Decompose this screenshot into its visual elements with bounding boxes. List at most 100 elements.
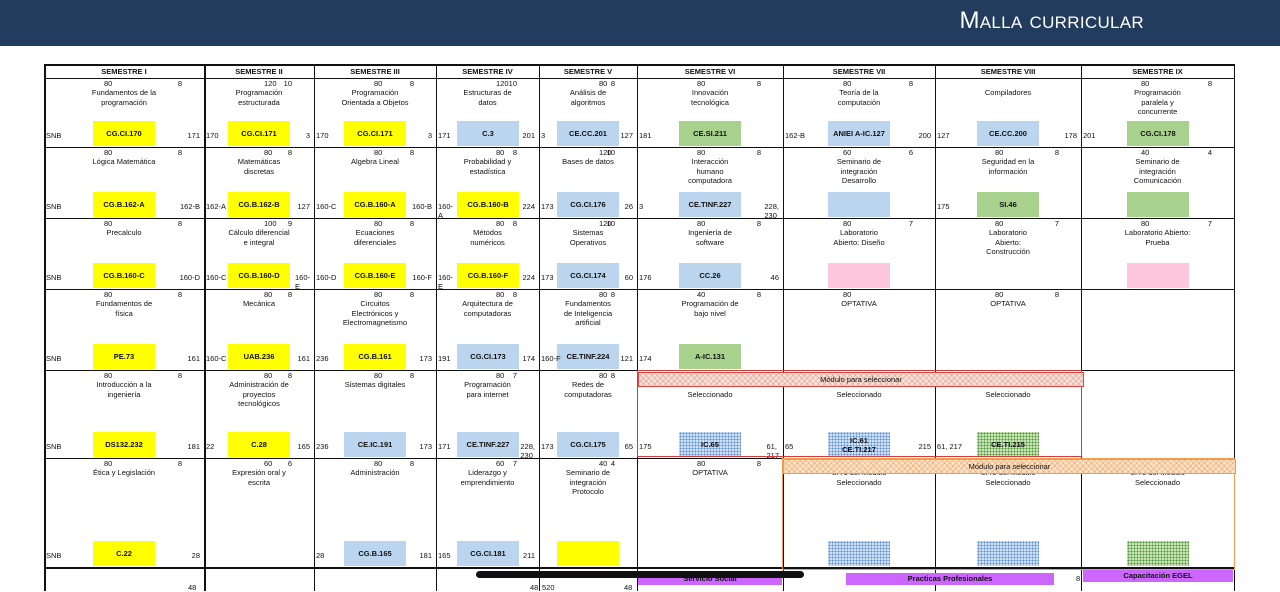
course-cell[interactable]: 80 8 Mecánica UAB.236 160-C 161 <box>204 289 314 370</box>
course-code-box: CE.TINF.224 <box>557 344 619 369</box>
course-cell[interactable]: 120 10 Bases de datos CG.CI.176 173 26 <box>539 147 637 218</box>
course-code-box: CE.TINF.227 <box>457 432 519 457</box>
course-cell[interactable]: 80 8 Fundamentos de física PE.73 SNB 161 <box>44 289 204 370</box>
course-cell[interactable]: 80 8 Administración CG.B.165 28 181 <box>314 458 436 567</box>
prereq-right: 173 <box>419 354 432 363</box>
course-cell[interactable]: 80 8 Análisis de algoritmos CE.CC.201 3 127 <box>539 78 637 147</box>
course-cell[interactable]: 60 6 Seminario de integración Desarrollo <box>783 147 935 218</box>
prereq-right: 3 <box>305 131 310 140</box>
course-cell[interactable]: 80 8 Ingeniería de software CC.26 176 46 <box>637 218 783 289</box>
prereq-left: 173 <box>541 273 554 282</box>
prereq-right: 211 <box>523 551 535 560</box>
course-cell[interactable]: 80 7 Laboratorio Abierto: Construcción <box>935 218 1081 289</box>
course-cell[interactable]: 80 8 Ética y Legislación C.22 SNB 28 <box>44 458 204 567</box>
course-cell[interactable]: 80 8 Matemáticas discretas CG.B.162-B 162-A 1… <box>204 147 314 218</box>
course-cell[interactable]: 80 8 Redes de computadoras CG.CI.175 173 65 <box>539 370 637 458</box>
course-cell[interactable]: 120 10 Programación estructurada CG.CI.171 1… <box>204 78 314 147</box>
prereq-left: 175 <box>937 202 950 211</box>
course-cell[interactable]: 40 4 Seminario de integración Protocolo <box>539 458 637 567</box>
prereq-left: 191 <box>438 354 451 363</box>
course-cell[interactable]: 80 8 Interacción humano computadora CE.TINF… <box>637 147 783 220</box>
hours-left: 80 <box>496 219 505 228</box>
course-name: Precalculo <box>106 228 142 237</box>
course-cell[interactable]: 80 7 Laboratorio Abierto: Diseño <box>783 218 935 289</box>
prereq-right: 121 <box>620 354 633 363</box>
hours-left: 80 <box>697 148 706 157</box>
prereq-right: 28 <box>191 551 200 560</box>
course-cell[interactable]: 120 10 Estructuras de datos C.3 171 201 <box>436 78 539 147</box>
prereq-left: SNB <box>46 442 62 451</box>
scroll-indicator[interactable] <box>476 571 804 578</box>
course-code-box: DS132.232 <box>93 432 155 457</box>
course-name: Seminario de integración Protocolo <box>565 468 611 497</box>
course-cell[interactable]: 80 8 Ecuaciones diferenciales CG.B.160-E 160… <box>314 218 436 289</box>
course-cell[interactable]: 80 7 Laboratorio Abierto: Prueba <box>1081 218 1234 289</box>
course-name: Ingeniería de software <box>688 228 732 247</box>
prereq-left: 174 <box>639 354 652 363</box>
hours-left: 80 <box>843 290 852 299</box>
course-cell[interactable]: 100 9 Cálculo diferencial e integral CG.B.1… <box>204 218 314 291</box>
course-cell[interactable]: 40 8 Programación de bajo nivel A-IC.131 174 <box>637 289 783 370</box>
header-semester-8: SEMESTRE VIII <box>980 67 1036 76</box>
course-cell[interactable]: 80 8 OPTATIVA <box>637 458 783 567</box>
course-cell[interactable]: 80 8 Sistemas digitales CE.IC.191 236 173 <box>314 370 436 458</box>
hours-left: 80 <box>264 148 273 157</box>
hours-left: 80 <box>374 219 383 228</box>
prereq-left: 170 <box>316 131 329 140</box>
course-cell[interactable]: 40 4 Seminario de integración Comunicación <box>1081 147 1234 218</box>
credits-right: 7 <box>1054 219 1059 228</box>
prereq-right: 181 <box>187 442 200 451</box>
bottom-number: 48 <box>624 583 633 592</box>
bottom-number: 8 <box>1076 574 1081 583</box>
course-cell[interactable]: 80 8 Fundamentos de Inteligencia artificia… <box>539 289 637 370</box>
course-name: Administración de proyectos tecnológicos <box>229 380 289 409</box>
hours-left: 80 <box>104 148 113 157</box>
header-semester-9: SEMESTRE IX <box>1132 67 1183 76</box>
course-cell[interactable]: 80 8 Lógica Matemática CG.B.162-A SNB 162-B <box>44 147 204 218</box>
course-cell[interactable]: 80 7 Programación para internet CE.TINF.227… <box>436 370 539 460</box>
course-cell[interactable]: 80 8 Algebra Lineal CG.B.160-A 160-C 160-B <box>314 147 436 218</box>
bottom-number: 48 <box>188 583 197 592</box>
course-cell[interactable]: 80 8 Programación Orientada a Objetos CG.CI… <box>314 78 436 147</box>
prereq-left: 173 <box>541 442 554 451</box>
course-cell[interactable]: Compiladores CE.CC.200 127 178 <box>935 78 1081 147</box>
bottom-number: 520 <box>542 583 555 592</box>
credits-right: 4 <box>610 459 615 468</box>
course-cell[interactable]: 120 10 Sistemas Operativos CG.CI.174 173 60 <box>539 218 637 289</box>
hours-left: 80 <box>995 148 1004 157</box>
course-cell[interactable]: 60 7 Liderazgo y emprendimiento CG.CI.181 16… <box>436 458 539 567</box>
course-cell[interactable]: 80 8 Circuitos Electrónicos y Electromagne… <box>314 289 436 370</box>
course-name: Programación paralela y concurrente <box>1134 88 1181 117</box>
hours-left: 80 <box>697 79 706 88</box>
course-cell[interactable]: 80 8 Fundamentos de la programación CG.CI.1… <box>44 78 204 147</box>
course-code-box: A-IC.131 <box>679 344 741 369</box>
course-cell[interactable]: 60 6 Expresión oral y escrita <box>204 458 314 567</box>
prereq-right: 224 <box>522 202 535 211</box>
course-cell[interactable]: 80 8 Arquitectura de computadoras CG.CI.173… <box>436 289 539 370</box>
credits-right: 8 <box>409 371 414 380</box>
header-semester-2: SEMESTRE II <box>235 67 283 76</box>
course-cell[interactable]: 80 8 Administración de proyectos tecnológi… <box>204 370 314 458</box>
credits-right: 8 <box>409 148 414 157</box>
course-cell[interactable]: 80 8 Teoría de la computación ANIEI A-IC.12… <box>783 78 935 147</box>
course-cell[interactable] <box>1081 289 1234 370</box>
course-code-box <box>557 541 619 566</box>
course-name: Estructuras de datos <box>463 88 512 107</box>
course-cell[interactable]: 80 8 OPTATIVA <box>935 289 1081 370</box>
course-cell[interactable]: 80 8 Precalculo CG.B.160-C SNB 160-D <box>44 218 204 289</box>
course-cell[interactable]: 80 8 Innovación tecnológica CE.SI.211 181 <box>637 78 783 147</box>
course-cell[interactable]: 80 8 Seguridad en la información SI.46 175 <box>935 147 1081 218</box>
prereq-left: 22 <box>206 442 215 451</box>
course-name: Innovación tecnológica <box>691 88 729 107</box>
course-cell[interactable]: 80 8 Programación paralela y concurrente CG… <box>1081 78 1234 147</box>
course-cell[interactable]: 80 OPTATIVA <box>783 289 935 370</box>
course-cell[interactable]: 80 8 Métodos numéricos CG.B.160-F 160- E 224 <box>436 218 539 291</box>
course-cell[interactable]: 80 8 Probabilidad y estadística CG.B.160-B 1… <box>436 147 539 220</box>
course-name: Expresión oral y escrita <box>232 468 286 487</box>
hours-left: 80 <box>1141 219 1150 228</box>
course-cell[interactable]: 80 8 Introducción a la ingeniería DS132.232… <box>44 370 204 458</box>
hours-left: 80 <box>599 79 608 88</box>
course-code-box <box>1127 263 1189 288</box>
credits-right: 8 <box>610 79 615 88</box>
course-cell[interactable] <box>1081 370 1234 458</box>
